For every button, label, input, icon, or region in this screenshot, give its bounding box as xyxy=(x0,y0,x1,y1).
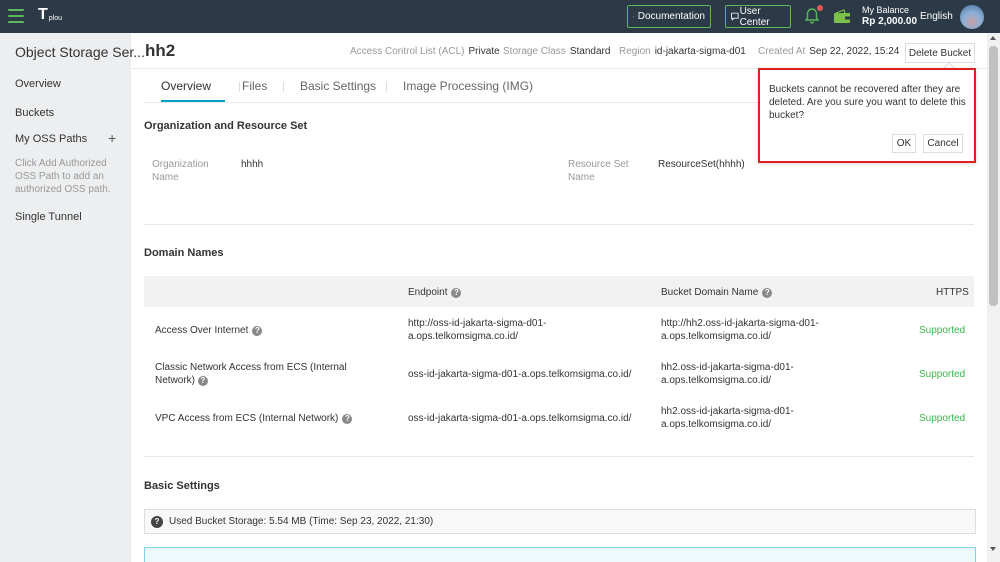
menu-icon[interactable] xyxy=(8,9,24,23)
acl-meta: Access Control List (ACL) Private xyxy=(350,46,500,57)
chat-icon xyxy=(731,12,739,21)
divider xyxy=(144,224,974,225)
bucket-header: hh2 Access Control List (ACL) Private Sto… xyxy=(131,33,987,69)
help-icon[interactable]: ? xyxy=(451,287,462,298)
logo-sub: plou xyxy=(48,15,63,22)
tab-separator xyxy=(239,82,240,92)
sidebar-item-my-oss-paths[interactable]: My OSS Paths xyxy=(15,133,87,145)
table-row-name: Access Over Internet? xyxy=(155,324,263,337)
used-storage-box: ? Used Bucket Storage: 5.54 MB (Time: Se… xyxy=(144,509,976,534)
resource-set-value: ResourceSet(hhhh) xyxy=(658,159,745,170)
info-banner xyxy=(144,547,976,562)
bucket-name: hh2 xyxy=(145,41,176,60)
table-row-domain: hh2.oss-id-jakarta-sigma-d01- a.ops.telko… xyxy=(661,362,794,386)
delete-confirm-popover: Buckets cannot be recovered after they a… xyxy=(758,68,976,163)
domains-section-title: Domain Names xyxy=(144,247,224,259)
scroll-down-arrow[interactable] xyxy=(990,547,996,551)
sidebar-item-overview[interactable]: Overview xyxy=(15,78,61,90)
table-row-endpoint: oss-id-jakarta-sigma-d01-a.ops.telkomsig… xyxy=(408,413,632,424)
active-tab-indicator xyxy=(161,100,225,102)
region-label: Region xyxy=(619,46,651,57)
org-section-title: Organization and Resource Set xyxy=(144,120,308,132)
tab-image-processing[interactable]: Image Processing (IMG) xyxy=(403,79,533,93)
help-icon[interactable]: ? xyxy=(151,515,163,528)
sidebar-item-buckets[interactable]: Buckets xyxy=(15,107,54,119)
region-meta: Region id-jakarta-sigma-d01 xyxy=(619,46,746,57)
scroll-up-arrow[interactable] xyxy=(990,36,996,40)
help-icon[interactable]: ? xyxy=(762,287,773,298)
https-header: HTTPS xyxy=(936,287,969,298)
tab-overview[interactable]: Overview xyxy=(161,79,211,93)
domains-table-header: Endpoint? Bucket Domain Name? HTTPS xyxy=(144,276,974,307)
endpoint-header: Endpoint? xyxy=(408,287,462,298)
delete-confirm-text: Buckets cannot be recovered after they a… xyxy=(769,84,966,121)
created-label: Created At xyxy=(758,46,806,57)
language-selector[interactable]: English xyxy=(920,11,953,22)
storage-class-value: Standard xyxy=(569,46,611,57)
sidebar-item-single-tunnel[interactable]: Single Tunnel xyxy=(15,211,82,223)
bell-icon[interactable] xyxy=(805,8,819,24)
resource-set-label: Resource Set Name xyxy=(568,159,629,183)
storage-class-meta: Storage Class Standard xyxy=(503,46,610,57)
table-row-domain: http://hh2.oss-id-jakarta-sigma-d01- a.op… xyxy=(661,318,819,342)
tab-separator xyxy=(386,82,387,92)
region-value: id-jakarta-sigma-d01 xyxy=(654,46,746,57)
table-row-domain: hh2.oss-id-jakarta-sigma-d01- a.ops.telko… xyxy=(661,406,794,430)
acl-value: Private xyxy=(468,46,500,57)
scroll-thumb[interactable] xyxy=(989,46,998,306)
tab-basic-settings[interactable]: Basic Settings xyxy=(300,79,376,93)
notification-dot xyxy=(817,5,823,11)
page-scrollbar[interactable] xyxy=(987,33,1000,562)
help-icon[interactable]: ? xyxy=(252,326,263,336)
help-icon[interactable]: ? xyxy=(197,376,208,386)
balance-value: Rp 2,000.00 xyxy=(862,16,918,27)
sidebar: Object Storage Ser... Overview Buckets M… xyxy=(0,33,145,562)
bucket-domain-header: Bucket Domain Name? xyxy=(661,287,773,298)
org-name-value: hhhh xyxy=(241,159,264,170)
documentation-label: Documentation xyxy=(637,11,705,22)
table-row-name: VPC Access from ECS (Internal Network)? xyxy=(155,412,353,425)
add-oss-path-button[interactable]: + xyxy=(108,131,116,145)
help-icon[interactable]: ? xyxy=(342,414,353,424)
storage-class-label: Storage Class xyxy=(503,46,566,57)
oss-path-hint: Click Add Authorized OSS Path to add an … xyxy=(15,158,111,195)
created-meta: Created At Sep 22, 2022, 15:24 xyxy=(758,46,899,57)
table-row-endpoint: oss-id-jakarta-sigma-d01-a.ops.telkomsig… xyxy=(408,369,632,380)
documentation-button[interactable]: Documentation xyxy=(627,5,711,28)
tab-files[interactable]: Files xyxy=(242,79,267,93)
https-status: Supported xyxy=(919,369,966,380)
table-row-endpoint: http://oss-id-jakarta-sigma-d01- a.ops.te… xyxy=(408,318,547,342)
basic-settings-title: Basic Settings xyxy=(144,480,220,492)
https-status: Supported xyxy=(919,413,966,424)
used-storage-text: Used Bucket Storage: 5.54 MB (Time: Sep … xyxy=(169,516,434,527)
user-center-label: User Center xyxy=(739,5,770,28)
https-status: Supported xyxy=(919,325,966,336)
confirm-ok-button[interactable]: OK xyxy=(892,134,916,153)
divider xyxy=(144,456,974,457)
wallet-icon[interactable] xyxy=(833,9,851,24)
balance-display[interactable]: My Balance Rp 2,000.00 xyxy=(862,5,917,27)
logo-mark: T xyxy=(38,6,48,23)
table-row-name: Classic Network Access from ECS (Interna… xyxy=(155,362,347,386)
org-name-label: Organization Name xyxy=(152,159,209,183)
avatar[interactable] xyxy=(960,5,984,29)
logo[interactable]: T plou xyxy=(38,6,63,23)
user-center-button[interactable]: User Center xyxy=(725,5,791,28)
sidebar-title[interactable]: Object Storage Ser... xyxy=(15,44,145,60)
tab-separator xyxy=(283,82,284,92)
delete-bucket-button[interactable]: Delete Bucket xyxy=(905,43,975,63)
document-icon xyxy=(633,16,634,17)
created-value: Sep 22, 2022, 15:24 xyxy=(809,46,900,57)
balance-label: My Balance xyxy=(862,5,910,15)
top-bar: T plou Documentation User Center My Bala… xyxy=(0,0,1000,33)
confirm-cancel-button[interactable]: Cancel xyxy=(923,134,963,153)
acl-label: Access Control List (ACL) xyxy=(350,46,465,57)
